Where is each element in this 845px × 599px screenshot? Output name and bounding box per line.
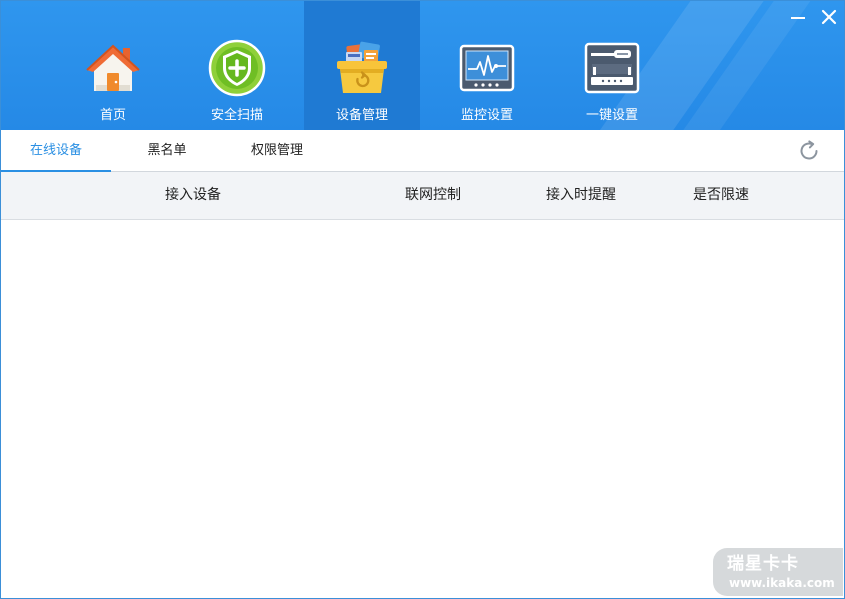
device-box-icon [337, 41, 387, 93]
nav-tab-monitor-settings[interactable]: 监控设置 [429, 1, 545, 130]
router-settings-icon [584, 42, 640, 94]
home-icon [86, 44, 140, 91]
nav-label: 安全扫描 [210, 108, 263, 123]
column-header-join-alert[interactable]: 接入时提醒 [521, 172, 641, 220]
nav-tab-device-management[interactable]: 设备管理 [304, 1, 420, 130]
tab-blacklist[interactable]: 黑名单 [131, 130, 203, 172]
nav-label: 设备管理 [335, 108, 388, 123]
close-icon[interactable] [819, 7, 839, 27]
device-table-body [1, 221, 844, 598]
shield-plus-icon [208, 39, 266, 97]
watermark-title: 瑞星卡卡 [727, 554, 799, 574]
nav-tab-one-click-settings[interactable]: 一键设置 [554, 1, 670, 130]
tab-online-devices[interactable]: 在线设备 [1, 130, 111, 173]
nav-label: 一键设置 [585, 108, 638, 123]
tab-permission-management[interactable]: 权限管理 [239, 130, 315, 172]
nav-tab-security-scan[interactable]: 安全扫描 [179, 1, 295, 130]
nav-label: 首页 [99, 108, 126, 123]
refresh-icon[interactable] [797, 139, 821, 163]
nav-tab-home[interactable]: 首页 [55, 1, 171, 130]
sub-tab-bar: 在线设备 黑名单 权限管理 [1, 130, 844, 173]
device-table-header: 接入设备 联网控制 接入时提醒 是否限速 [1, 172, 844, 220]
top-navigation-bar: 首页 安全扫描 设备管理 监控设置 一键设置 [1, 1, 844, 130]
watermark-logo: 瑞星卡卡 www.ikaka.com [713, 548, 843, 596]
column-header-speed-limit[interactable]: 是否限速 [661, 172, 781, 220]
watermark-url: www.ikaka.com [729, 576, 835, 590]
minimize-icon[interactable] [788, 7, 808, 27]
column-header-network-control[interactable]: 联网控制 [373, 172, 493, 220]
column-header-device[interactable]: 接入设备 [123, 172, 263, 220]
app-window: 首页 安全扫描 设备管理 监控设置 一键设置 在线设备 黑名单 权限管理 接入设… [0, 0, 845, 599]
nav-label: 监控设置 [460, 108, 513, 123]
monitor-icon [459, 44, 515, 92]
